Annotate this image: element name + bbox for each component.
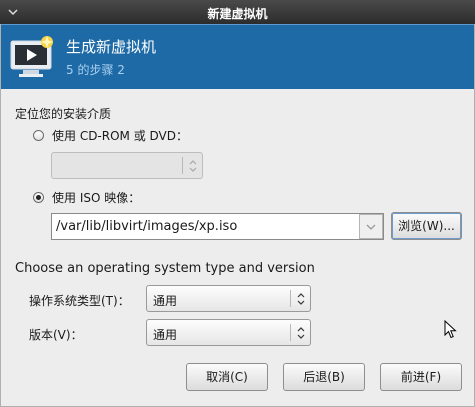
window-border-left bbox=[0, 24, 1, 407]
mouse-pointer-icon bbox=[444, 319, 458, 340]
iso-path-input[interactable]: /var/lib/libvirt/images/xp.iso bbox=[51, 213, 384, 240]
os-type-label: 操作系统类型(T)： bbox=[29, 294, 130, 308]
cdrom-device-select[interactable] bbox=[51, 152, 203, 179]
window-titlebar[interactable]: 新建虚拟机 bbox=[0, 0, 475, 24]
iso-radio[interactable] bbox=[33, 192, 44, 203]
back-button[interactable]: 后退(B) bbox=[283, 363, 365, 391]
updown-arrow-icon bbox=[295, 323, 307, 343]
os-type-select[interactable]: 通用 bbox=[146, 285, 311, 312]
os-version-label: 版本(V)： bbox=[29, 328, 83, 342]
install-media-label: 定位您的安装介质 bbox=[15, 107, 112, 121]
browse-button[interactable]: 浏览(W)... bbox=[391, 212, 462, 240]
updown-arrow-icon bbox=[187, 156, 199, 176]
os-version-select[interactable]: 通用 bbox=[146, 319, 311, 346]
cdrom-radio[interactable] bbox=[33, 130, 44, 141]
updown-arrow-icon bbox=[295, 289, 307, 309]
wizard-header: 生成新虚拟机 5 的步骤 2 bbox=[0, 24, 475, 89]
new-vm-icon bbox=[9, 35, 55, 79]
forward-button[interactable]: 前进(F) bbox=[380, 363, 462, 391]
wizard-title: 生成新虚拟机 bbox=[66, 38, 157, 56]
wizard-step-indicator: 5 的步骤 2 bbox=[66, 63, 125, 77]
window-title: 新建虚拟机 bbox=[207, 7, 268, 21]
chevron-down-icon bbox=[366, 224, 376, 230]
iso-history-dropdown[interactable] bbox=[359, 214, 383, 239]
cdrom-radio-label[interactable]: 使用 CD-ROM 或 DVD： bbox=[52, 127, 188, 144]
iso-radio-label[interactable]: 使用 ISO 映像： bbox=[52, 189, 140, 206]
cancel-button[interactable]: 取消(C) bbox=[186, 363, 268, 391]
os-section-heading: Choose an operating system type and vers… bbox=[15, 261, 315, 276]
